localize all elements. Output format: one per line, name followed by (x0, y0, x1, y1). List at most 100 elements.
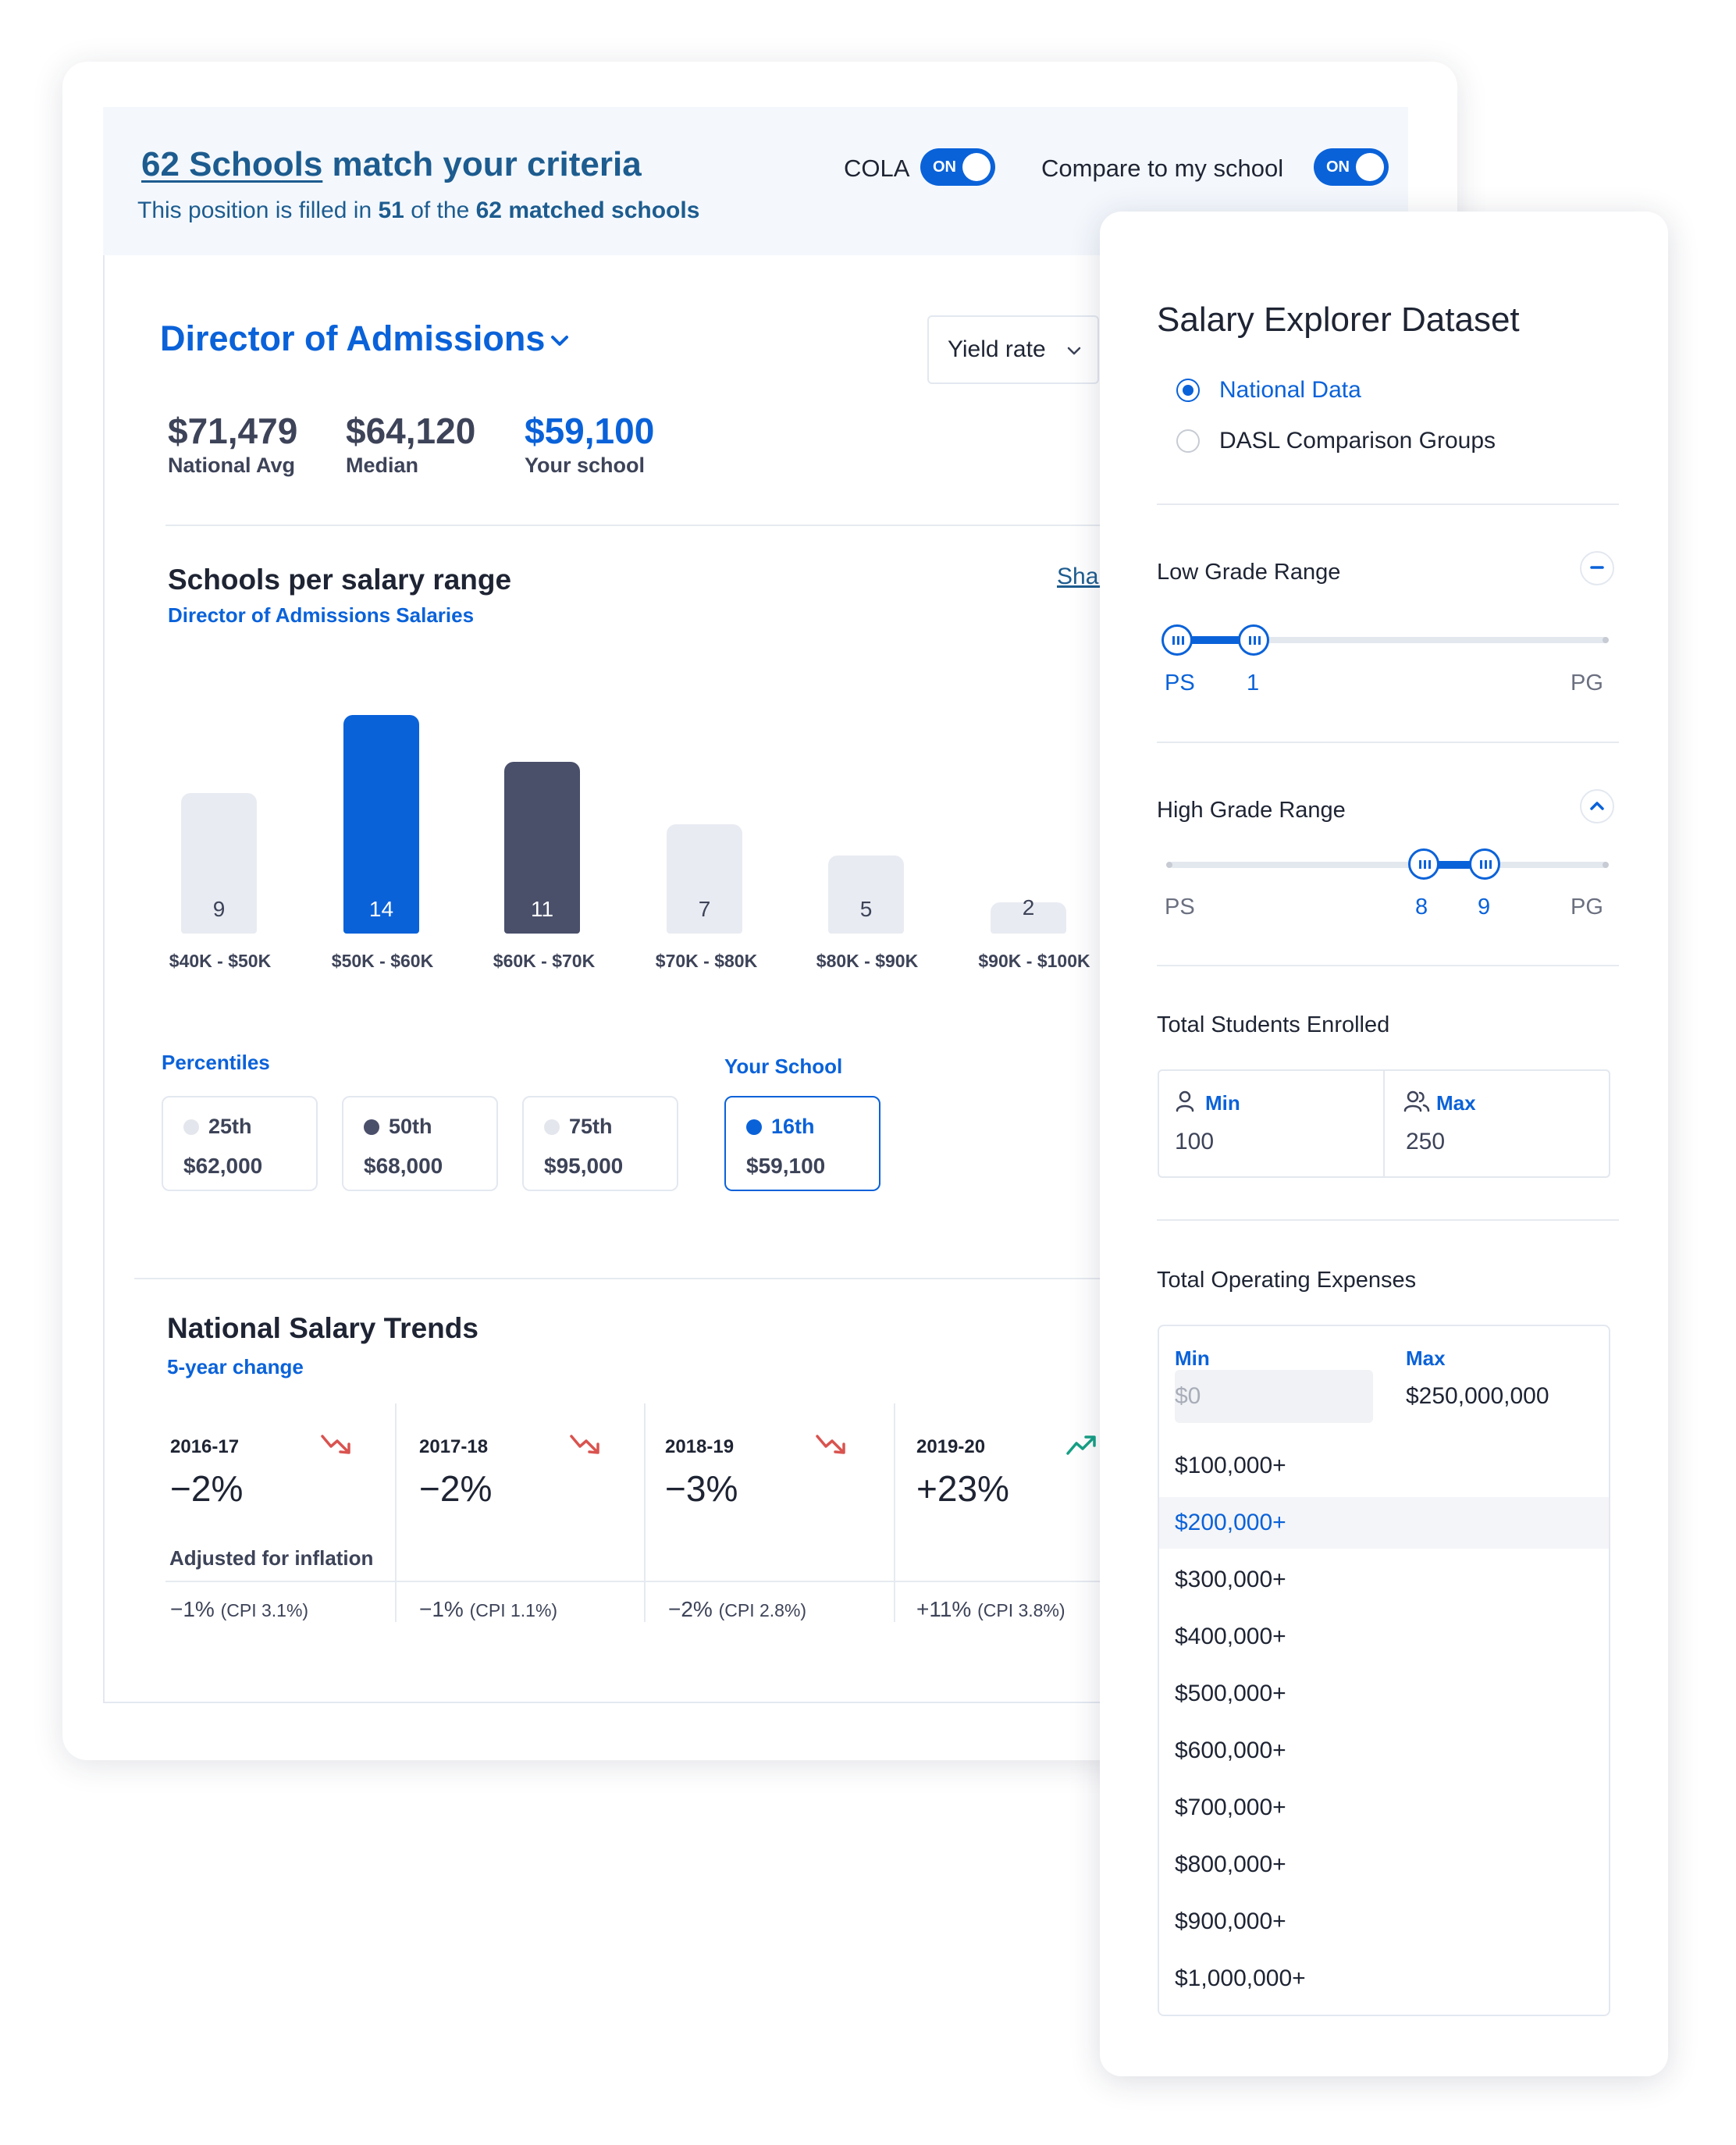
position-filled-text: This position is filled in 51 of the 62 … (137, 197, 699, 224)
compare-toggle[interactable]: ON (1314, 148, 1389, 186)
national-data-label[interactable]: National Data (1219, 377, 1361, 404)
expense-option[interactable]: $700,000+ (1159, 1782, 1609, 1834)
low-grade-end-label: PG (1571, 671, 1603, 695)
adjusted-change: +11% (916, 1597, 972, 1621)
students-max-input[interactable]: 250 (1406, 1129, 1445, 1155)
radio-national-data[interactable] (1176, 379, 1200, 402)
expense-option-label: $1,000,000+ (1175, 1965, 1306, 1991)
bar-value-label: 11 (530, 897, 554, 921)
expense-option[interactable]: $300,000+ (1159, 1554, 1609, 1606)
percentile-dot (183, 1119, 199, 1135)
low-grade-min-label: PS (1165, 671, 1195, 695)
toggle-knob (962, 153, 991, 181)
collapse-button[interactable] (1580, 551, 1614, 585)
metric-select[interactable]: Yield rate (927, 315, 1099, 384)
students-max-label: Max (1436, 1091, 1476, 1115)
divider (134, 1278, 1102, 1279)
x-axis-label: $90K - $100K (978, 951, 1090, 971)
expense-option[interactable]: $500,000+ (1159, 1668, 1609, 1720)
students-min-input[interactable]: 100 (1175, 1129, 1214, 1155)
expense-option-label: $100,000+ (1175, 1453, 1286, 1478)
percentile-amount: $95,000 (544, 1154, 624, 1178)
expense-option-label: $800,000+ (1175, 1852, 1286, 1877)
expenses-min-label: Min (1175, 1346, 1210, 1370)
cpi-note: (CPI 3.1%) (220, 1600, 309, 1620)
toggle-knob (1356, 153, 1384, 181)
high-grade-max-handle[interactable] (1469, 848, 1500, 880)
high-grade-track[interactable] (1169, 862, 1608, 868)
divider (644, 1403, 646, 1622)
expense-option[interactable]: $200,000+ (1159, 1497, 1609, 1549)
trend-year: 2017-18 (419, 1436, 489, 1457)
national-avg-value: $71,479 (168, 411, 298, 451)
low-grade-max-handle[interactable] (1238, 624, 1269, 656)
bar-value-label: 14 (368, 897, 394, 921)
compare-label: Compare to my school (1041, 155, 1284, 182)
percentile-25th: 25th $62,000 (162, 1096, 318, 1191)
cola-toggle-state: ON (933, 158, 956, 176)
adjusted-change: −2% (668, 1597, 713, 1621)
divider (165, 1581, 1102, 1582)
role-title[interactable]: Director of Admissions (160, 318, 545, 359)
expense-option-label: $600,000+ (1175, 1738, 1286, 1763)
percentile-rank: 25th (208, 1115, 252, 1138)
matched-schools-link[interactable]: 62 Schools (141, 145, 322, 183)
expense-option[interactable]: $1,000,000+ (1159, 1953, 1609, 2004)
trend-down-icon (321, 1435, 350, 1454)
x-axis-label: $40K - $50K (169, 951, 272, 971)
expense-option[interactable]: $100,000+ (1159, 1440, 1609, 1492)
high-grade-title: High Grade Range (1157, 798, 1346, 823)
high-grade-max-label: 9 (1478, 895, 1491, 920)
expenses-min-input[interactable]: $0 (1175, 1370, 1373, 1423)
high-grade-min-handle[interactable] (1408, 848, 1439, 880)
share-link[interactable]: Shar (1057, 564, 1106, 590)
x-axis-label: $50K - $60K (331, 951, 434, 971)
low-grade-max-label: 1 (1247, 671, 1260, 695)
percentile-amount: $59,100 (746, 1154, 826, 1178)
track-endpoint (1603, 862, 1609, 868)
trend-change: −2% (419, 1468, 493, 1509)
trend-adjusted: −1% (CPI 3.1%) (170, 1597, 308, 1622)
percentile-50th: 50th $68,000 (342, 1096, 498, 1191)
person-icon (1176, 1090, 1194, 1112)
low-grade-title: Low Grade Range (1157, 560, 1341, 585)
adjusted-label: Adjusted for inflation (169, 1546, 374, 1570)
divider (165, 525, 1102, 526)
high-grade-end-label: PG (1571, 895, 1603, 920)
low-grade-min-handle[interactable] (1161, 624, 1193, 656)
cola-label: COLA (844, 155, 910, 182)
cola-toggle[interactable]: ON (920, 148, 995, 186)
chart-bar[interactable] (828, 856, 904, 934)
students-range-input (1158, 1069, 1610, 1178)
adjusted-change: −1% (170, 1597, 215, 1621)
compare-toggle-state: ON (1326, 158, 1350, 176)
divider (1157, 503, 1619, 505)
expenses-max-label: Max (1406, 1346, 1446, 1370)
students-min-label: Min (1205, 1091, 1240, 1115)
people-icon (1403, 1090, 1430, 1112)
bar-value-label: 7 (698, 897, 711, 921)
expense-option[interactable]: $400,000+ (1159, 1611, 1609, 1663)
expense-option[interactable]: $800,000+ (1159, 1839, 1609, 1891)
expense-option-label: $400,000+ (1175, 1624, 1286, 1649)
trend-change: −3% (665, 1468, 738, 1509)
x-axis-label: $60K - $70K (493, 951, 596, 971)
students-title: Total Students Enrolled (1157, 1012, 1390, 1037)
percentiles-heading: Percentiles (162, 1051, 270, 1074)
chevron-down-icon[interactable] (546, 328, 573, 354)
metric-select-value: Yield rate (948, 336, 1046, 362)
radio-dasl-groups[interactable] (1176, 429, 1200, 453)
adjusted-change: −1% (419, 1597, 464, 1621)
expense-option[interactable]: $900,000+ (1159, 1896, 1609, 1948)
track-endpoint (1166, 862, 1172, 868)
dasl-groups-label[interactable]: DASL Comparison Groups (1219, 428, 1496, 454)
results-title: 62 Schools match your criteria (141, 145, 642, 184)
expand-button[interactable] (1580, 789, 1614, 823)
bar-value-label: 2 (1022, 895, 1035, 920)
trend-adjusted: −2% (CPI 2.8%) (668, 1597, 806, 1622)
expense-option-label: $900,000+ (1175, 1908, 1286, 1934)
expenses-max-input[interactable]: $250,000,000 (1406, 1383, 1549, 1410)
your-school-heading: Your School (724, 1055, 843, 1078)
trend-year: 2018-19 (665, 1436, 735, 1457)
expense-option[interactable]: $600,000+ (1159, 1725, 1609, 1777)
